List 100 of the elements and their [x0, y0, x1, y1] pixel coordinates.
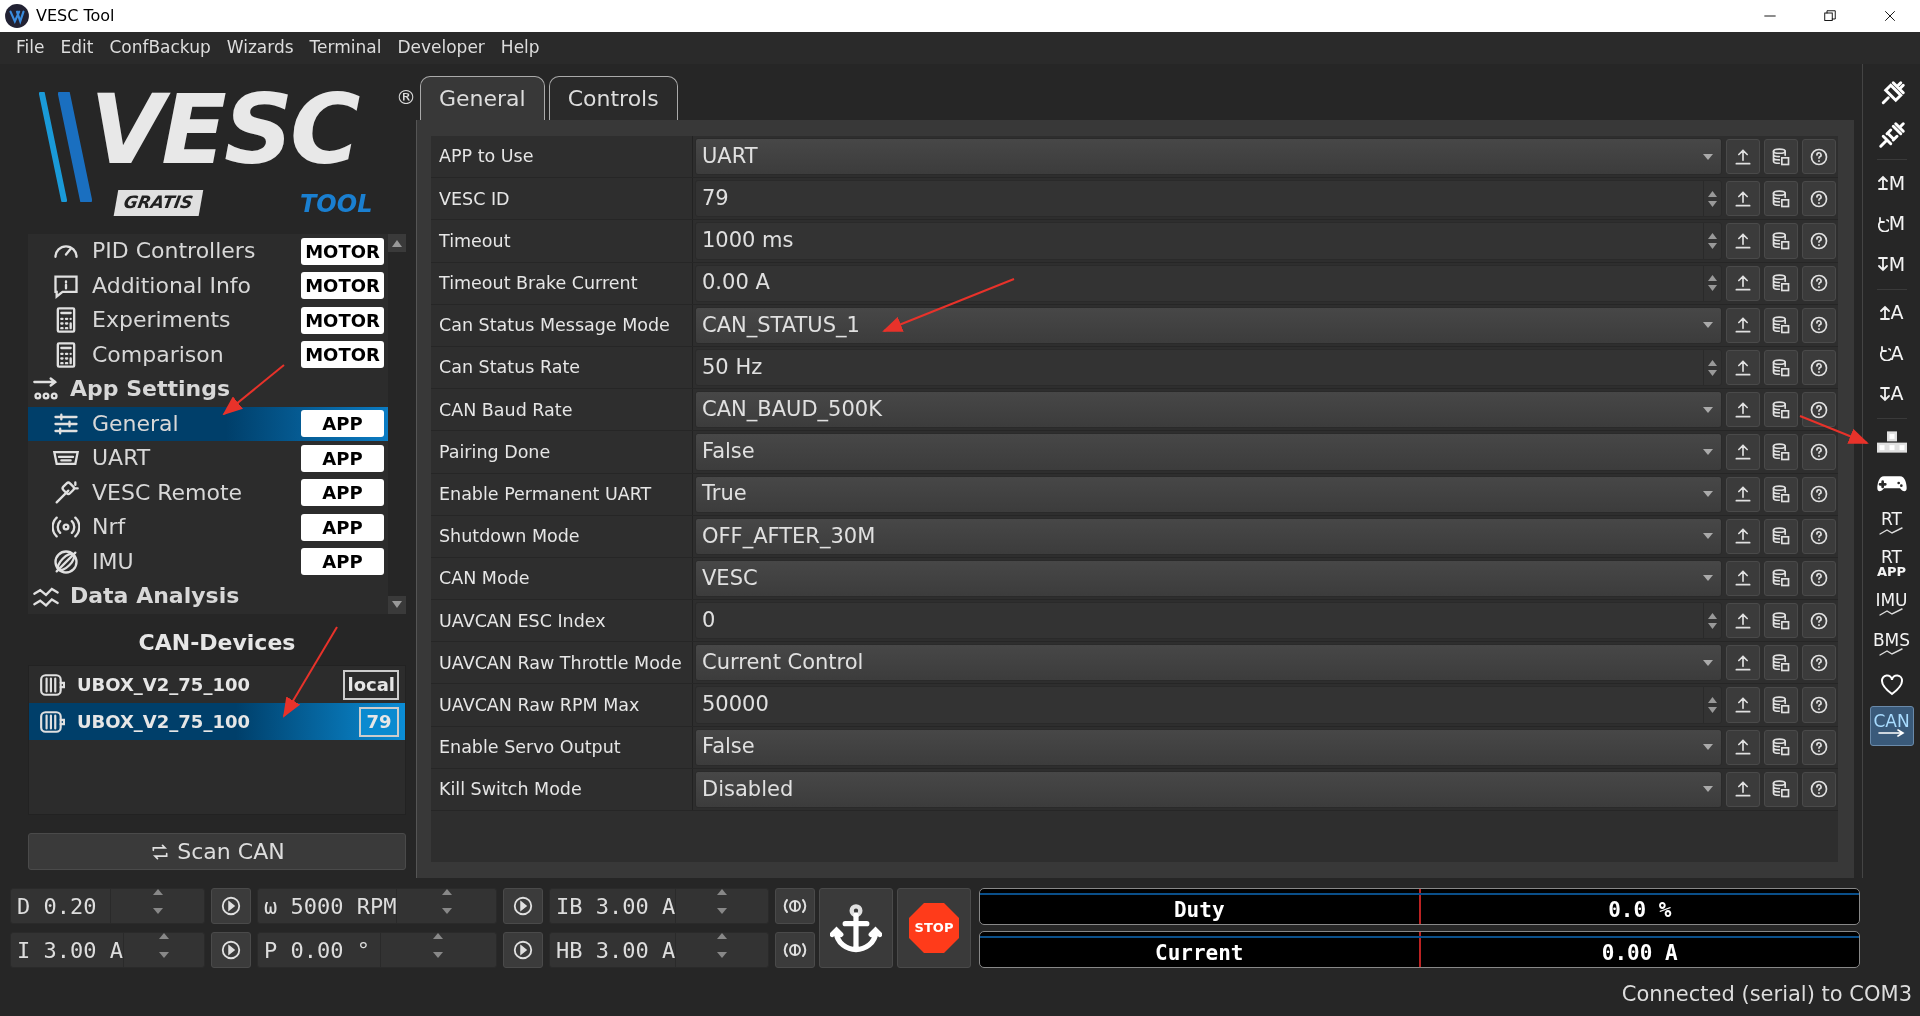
- play-button[interactable]: [503, 932, 543, 968]
- upload-button[interactable]: [1726, 645, 1760, 681]
- anchor-button[interactable]: [819, 888, 893, 968]
- toolbar-button[interactable]: A: [1869, 373, 1914, 414]
- upload-button[interactable]: [1726, 518, 1760, 554]
- database-button[interactable]: [1764, 392, 1798, 428]
- number-field[interactable]: I 3.00 A: [10, 932, 205, 968]
- help-button[interactable]: [1802, 645, 1836, 681]
- toolbar-button[interactable]: RT APP: [1869, 543, 1914, 584]
- help-button[interactable]: [1802, 687, 1836, 723]
- help-button[interactable]: [1802, 223, 1836, 259]
- menu-item[interactable]: File: [8, 35, 53, 61]
- dropdown[interactable]: UART: [695, 138, 1722, 176]
- help-button[interactable]: [1802, 729, 1836, 765]
- dropdown[interactable]: CAN_STATUS_1: [695, 306, 1722, 344]
- database-button[interactable]: [1764, 307, 1798, 343]
- database-button[interactable]: [1764, 771, 1798, 807]
- tree-item[interactable]: Comparison MOTOR: [28, 337, 388, 372]
- number-field[interactable]: 0.00 A: [695, 264, 1722, 302]
- brake-button[interactable]: [775, 888, 815, 924]
- upload-button[interactable]: [1726, 434, 1760, 470]
- toolbar-button[interactable]: A: [1869, 292, 1914, 333]
- upload-button[interactable]: [1726, 223, 1760, 259]
- number-field[interactable]: HB 3.00 A: [549, 932, 769, 968]
- number-field[interactable]: 50000: [695, 686, 1722, 724]
- upload-button[interactable]: [1726, 307, 1760, 343]
- tree-item[interactable]: PID Controllers MOTOR: [28, 234, 388, 269]
- database-button[interactable]: [1764, 645, 1798, 681]
- menu-item[interactable]: Help: [492, 35, 548, 61]
- database-button[interactable]: [1764, 687, 1798, 723]
- menu-item[interactable]: Terminal: [301, 35, 390, 61]
- database-button[interactable]: [1764, 223, 1798, 259]
- menu-item[interactable]: Edit: [52, 35, 102, 61]
- upload-button[interactable]: [1726, 476, 1760, 512]
- toolbar-button[interactable]: IMU: [1869, 584, 1914, 625]
- help-button[interactable]: [1802, 434, 1836, 470]
- tree-item[interactable]: Nrf APP: [28, 510, 388, 545]
- dropdown[interactable]: True: [695, 475, 1722, 513]
- database-button[interactable]: [1764, 139, 1798, 175]
- tree-item[interactable]: App Settings: [28, 372, 388, 407]
- upload-button[interactable]: [1726, 181, 1760, 217]
- number-field[interactable]: D 0.20: [10, 888, 205, 924]
- database-button[interactable]: [1764, 476, 1798, 512]
- database-button[interactable]: [1764, 603, 1798, 639]
- database-button[interactable]: [1764, 729, 1798, 765]
- play-button[interactable]: [211, 932, 251, 968]
- dropdown[interactable]: False: [695, 728, 1722, 766]
- number-field[interactable]: 79: [695, 180, 1722, 218]
- brake-button[interactable]: [775, 932, 815, 968]
- number-field[interactable]: 50 Hz: [695, 348, 1722, 387]
- database-button[interactable]: [1764, 349, 1798, 386]
- dropdown[interactable]: OFF_AFTER_30M: [695, 517, 1722, 555]
- upload-button[interactable]: [1726, 392, 1760, 428]
- toolbar-button[interactable]: M: [1869, 244, 1914, 285]
- toolbar-button[interactable]: A: [1869, 333, 1914, 374]
- toolbar-button[interactable]: M: [1869, 163, 1914, 204]
- tab[interactable]: Controls: [548, 76, 678, 120]
- stop-button[interactable]: STOP: [897, 888, 971, 968]
- number-field[interactable]: 0: [695, 602, 1722, 640]
- dropdown[interactable]: VESC: [695, 559, 1722, 598]
- upload-button[interactable]: [1726, 603, 1760, 639]
- tree-item[interactable]: IMU APP: [28, 544, 388, 579]
- tree-item[interactable]: VESC Remote APP: [28, 475, 388, 510]
- help-button[interactable]: [1802, 181, 1836, 217]
- menu-item[interactable]: Wizards: [218, 35, 302, 61]
- menu-item[interactable]: Developer: [389, 35, 493, 61]
- tree-item[interactable]: General APP: [28, 406, 388, 441]
- help-button[interactable]: [1802, 265, 1836, 301]
- number-field[interactable]: ω 5000 RPM: [257, 888, 497, 924]
- upload-button[interactable]: [1726, 560, 1760, 597]
- play-button[interactable]: [211, 888, 251, 924]
- help-button[interactable]: [1802, 603, 1836, 639]
- dropdown[interactable]: CAN_BAUD_500K: [695, 391, 1722, 429]
- help-button[interactable]: [1802, 560, 1836, 597]
- upload-button[interactable]: [1726, 265, 1760, 301]
- menu-item[interactable]: ConfBackup: [101, 35, 219, 61]
- toolbar-button[interactable]: CAN: [1869, 705, 1914, 746]
- help-button[interactable]: [1802, 392, 1836, 428]
- toolbar-button[interactable]: BMS: [1869, 624, 1914, 665]
- number-field[interactable]: P 0.00 °: [257, 932, 497, 968]
- database-button[interactable]: [1764, 265, 1798, 301]
- tab[interactable]: General: [420, 76, 545, 120]
- database-button[interactable]: [1764, 434, 1798, 470]
- help-button[interactable]: [1802, 518, 1836, 554]
- play-button[interactable]: [503, 888, 543, 924]
- dropdown[interactable]: False: [695, 433, 1722, 471]
- help-button[interactable]: [1802, 349, 1836, 386]
- help-button[interactable]: [1802, 771, 1836, 807]
- dropdown[interactable]: Current Control: [695, 644, 1722, 682]
- toolbar-button[interactable]: RT: [1869, 503, 1914, 544]
- upload-button[interactable]: [1726, 349, 1760, 386]
- upload-button[interactable]: [1726, 729, 1760, 765]
- scroll-down-button[interactable]: [388, 596, 406, 614]
- help-button[interactable]: [1802, 139, 1836, 175]
- help-button[interactable]: [1802, 476, 1836, 512]
- database-button[interactable]: [1764, 518, 1798, 554]
- device-item[interactable]: UBOX_V2_75_100 local: [29, 666, 405, 703]
- tree-item[interactable]: Data Analysis: [28, 579, 388, 614]
- database-button[interactable]: [1764, 181, 1798, 217]
- scan-button[interactable]: Scan CAN: [28, 833, 406, 870]
